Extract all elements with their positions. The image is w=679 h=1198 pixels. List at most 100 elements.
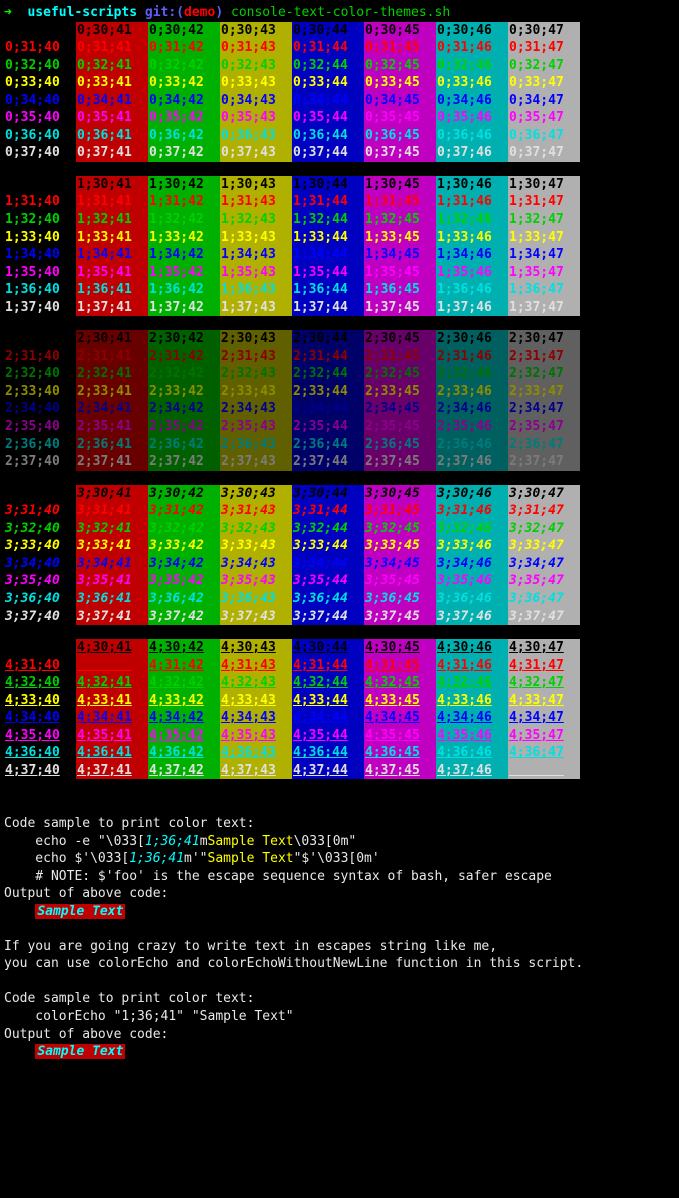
color-cell: 0;36;47 [508,127,580,145]
color-cell: 2;30;40 [4,330,76,348]
color-cell: 4;32;44 [292,674,364,692]
color-cell: 1;34;44 [292,246,364,264]
color-cell: 3;35;46 [436,572,508,590]
color-cell: 4;30;41 [76,639,148,657]
color-cell: 2;32;43 [220,365,292,383]
color-cell: 0;37;46 [436,144,508,162]
color-cell: 1;31;45 [364,193,436,211]
color-cell: 1;31;43 [220,193,292,211]
color-cell: 1;33;47 [508,229,580,247]
table-row: 1;35;401;35;411;35;421;35;431;35;441;35;… [4,264,675,282]
color-cell: 2;36;47 [508,436,580,454]
color-cell: 3;33;44 [292,537,364,555]
color-cell: 3;34;42 [148,555,220,573]
color-cell: 0;33;45 [364,74,436,92]
color-cell: 4;31;46 [436,657,508,675]
color-cell: 3;37;47 [508,608,580,626]
color-cell [508,762,580,780]
color-cell: 3;33;47 [508,537,580,555]
color-cell: 1;32;43 [220,211,292,229]
color-cell: 2;34;47 [508,400,580,418]
color-cell: 0;32;46 [436,57,508,75]
color-cell: 0;32;43 [220,57,292,75]
color-cell: 1;32;42 [148,211,220,229]
color-cell: 1;34;43 [220,246,292,264]
attr-block-3: 3;30;403;30;413;30;423;30;433;30;443;30;… [4,485,675,625]
color-cell: 1;37;42 [148,299,220,317]
color-cell: 1;36;42 [148,281,220,299]
color-cell: 3;36;45 [364,590,436,608]
color-cell: 4;35;43 [220,727,292,745]
color-cell: 3;34;47 [508,555,580,573]
color-cell: 3;30;46 [436,485,508,503]
color-cell: 4;30;40 [4,639,76,657]
color-cell: 0;36;41 [76,127,148,145]
color-cell: 2;31;41 [76,348,148,366]
color-cell: 1;34;41 [76,246,148,264]
color-cell: 3;35;45 [364,572,436,590]
color-cell: 3;31;40 [4,502,76,520]
color-cell: 4;34;42 [148,709,220,727]
color-cell: 4;34;40 [4,709,76,727]
color-cell: 2;37;42 [148,453,220,471]
table-row: 3;33;403;33;413;33;423;33;433;33;443;33;… [4,537,675,555]
color-cell: 1;33;41 [76,229,148,247]
color-cell: 0;36;42 [148,127,220,145]
color-cell: 0;35;40 [4,109,76,127]
color-cell: 4;32;40 [4,674,76,692]
color-cell: 2;35;46 [436,418,508,436]
color-cell: 1;33;46 [436,229,508,247]
color-cell: 2;35;42 [148,418,220,436]
color-cell: 3;31;42 [148,502,220,520]
sample-str: Sample Text [208,851,294,866]
table-row: 2;34;402;34;412;34;422;34;432;34;442;34;… [4,400,675,418]
color-cell: 4;32;45 [364,674,436,692]
color-cell: 1;35;47 [508,264,580,282]
sample-output: Sample Text [35,904,125,919]
color-cell: 2;31;46 [436,348,508,366]
color-cell: 3;34;43 [220,555,292,573]
color-cell: 4;36;46 [436,744,508,762]
table-row: 4;32;404;32;414;32;424;32;434;32;444;32;… [4,674,675,692]
color-cell: 2;30;45 [364,330,436,348]
color-cell: 2;32;47 [508,365,580,383]
color-cell: 1;30;45 [364,176,436,194]
color-cell: 2;36;41 [76,436,148,454]
color-cell: 0;36;45 [364,127,436,145]
color-cell: 1;31;47 [508,193,580,211]
color-cell: 4;33;43 [220,692,292,710]
color-cell: 1;32;40 [4,211,76,229]
color-cell: 1;33;44 [292,229,364,247]
color-cell: 4;31;44 [292,657,364,675]
color-cell: 4;30;45 [364,639,436,657]
color-cell: 4;37;45 [364,762,436,780]
shell-prompt[interactable]: ➜ useful-scripts git:(demo) console-text… [4,4,675,22]
color-cell: 4;33;42 [148,692,220,710]
color-cell: 2;35;41 [76,418,148,436]
color-cell: 3;37;44 [292,608,364,626]
color-cell: 1;30;40 [4,176,76,194]
color-cell: 1;30;46 [436,176,508,194]
color-cell: 4;33;41 [76,692,148,710]
color-cell: 1;35;45 [364,264,436,282]
color-cell: 2;34;45 [364,400,436,418]
color-cell: 4;35;44 [292,727,364,745]
notes-line: echo -e "\033[ [4,834,145,849]
color-cell: 4;32;42 [148,674,220,692]
color-cell: 3;31;44 [292,502,364,520]
color-cell: 3;32;45 [364,520,436,538]
color-cell: 2;33;47 [508,383,580,401]
color-cell: 2;32;40 [4,365,76,383]
color-cell: 3;33;41 [76,537,148,555]
color-cell: 3;30;40 [4,485,76,503]
color-cell: 3;33;42 [148,537,220,555]
color-cell: 2;35;44 [292,418,364,436]
color-cell: 4;35;40 [4,727,76,745]
color-cell: 4;31;42 [148,657,220,675]
color-cell: 1;33;42 [148,229,220,247]
table-row: 1;31;401;31;411;31;421;31;431;31;441;31;… [4,193,675,211]
color-cell: 0;36;40 [4,127,76,145]
prompt-arrow-icon: ➜ [4,5,12,20]
color-cell: 4;31;40 [4,657,76,675]
color-cell: 4;35;41 [76,727,148,745]
